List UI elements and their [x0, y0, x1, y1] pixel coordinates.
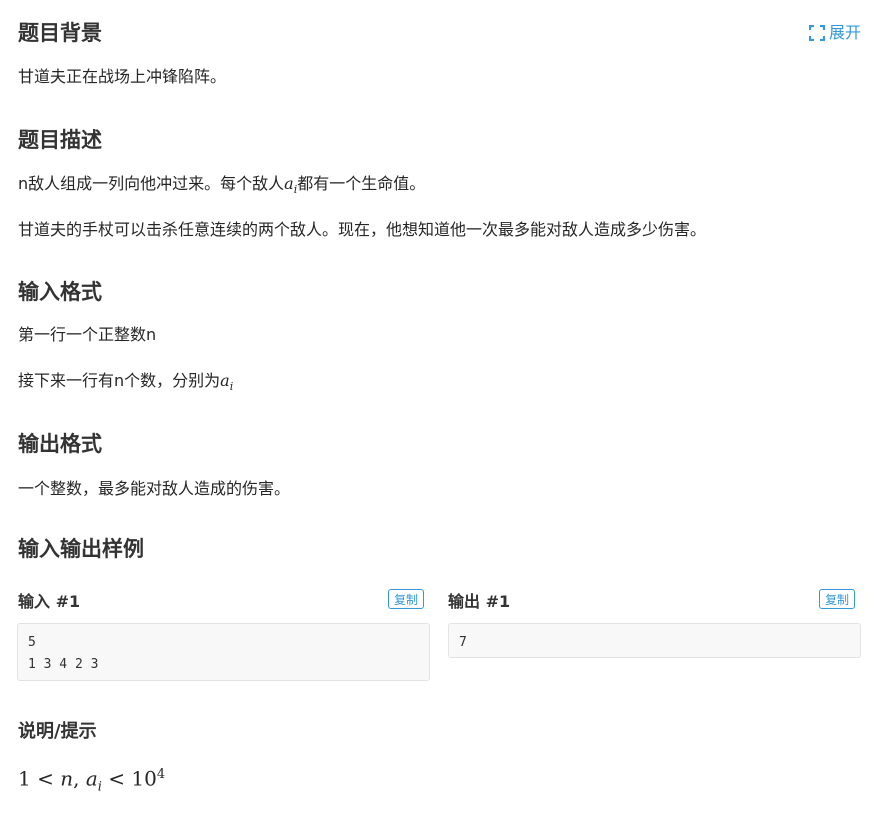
expand-label: 展开: [828, 23, 861, 42]
output-format-line-1: 一个整数，最多能对敌人造成的伤害。: [18, 479, 291, 498]
description-line-1: n敌人组成一列向他冲过来。每个敌人ai都有一个生命值。: [18, 173, 425, 201]
sample-input-title: 输入 #1: [18, 592, 81, 611]
math-a-i: ai: [220, 371, 234, 394]
expand-icon: [808, 25, 825, 41]
input-format-line-1: 第一行一个正整数n: [18, 325, 157, 344]
background-text: 甘道夫正在战场上冲锋陷阵。: [18, 67, 227, 86]
samples-heading: 输入输出样例: [18, 537, 144, 561]
expand-button[interactable]: 展开: [808, 22, 861, 44]
sample-output-title: 输出 #1: [448, 592, 511, 611]
sample-output-box[interactable]: 7: [448, 623, 861, 658]
copy-output-button[interactable]: 复制: [819, 589, 856, 609]
input-format-heading: 输入格式: [18, 280, 102, 304]
input-format-line-2-before: 接下来一行有n个数，分别为: [18, 371, 221, 390]
description-line-1-after: 都有一个生命值。: [297, 174, 426, 193]
math-a-i: ai: [284, 174, 298, 197]
description-line-1-before: n敌人组成一列向他冲过来。每个敌人: [18, 174, 285, 193]
copy-input-button[interactable]: 复制: [388, 589, 425, 609]
hint-heading: 说明/提示: [18, 721, 97, 742]
output-format-heading: 输出格式: [18, 432, 102, 456]
input-format-line-2: 接下来一行有n个数，分别为ai: [18, 370, 233, 398]
description-line-2: 甘道夫的手杖可以击杀任意连续的两个敌人。现在，他想知道他一次最多能对敌人造成多少…: [18, 220, 707, 239]
description-heading: 题目描述: [18, 128, 102, 152]
hint-formula: 1 < n, ai < 104: [18, 766, 166, 795]
sample-input-box[interactable]: 5 1 3 4 2 3: [17, 623, 430, 681]
background-heading: 题目背景: [18, 21, 102, 45]
